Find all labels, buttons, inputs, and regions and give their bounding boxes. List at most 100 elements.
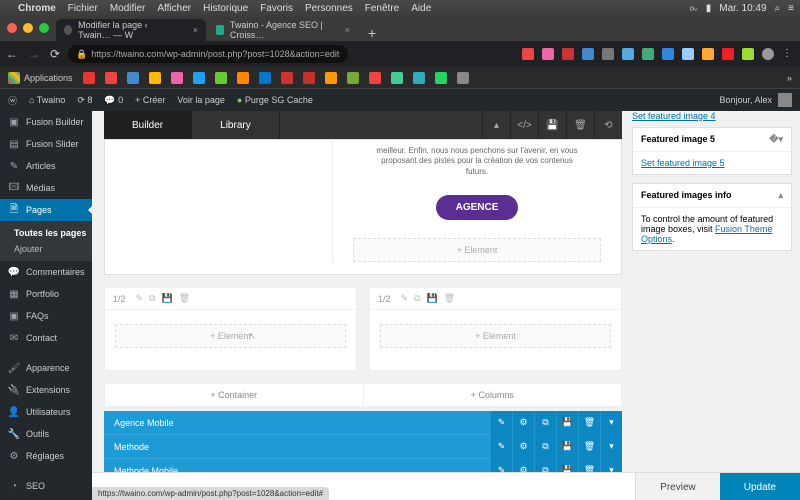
menu-edit[interactable]: Modifier [110,3,146,14]
wp-greeting[interactable]: Bonjour, Alex [719,95,772,105]
sidebar-pages[interactable]: 🗎Pages [0,199,92,221]
ext-icon[interactable] [542,48,554,60]
delete-col-icon[interactable]: 🗑 [444,293,455,304]
text-element[interactable]: meilleur. Enfin, nous nous penchons sur … [333,140,621,183]
menu-window[interactable]: Fenêtre [365,3,399,14]
chrome-menu-icon[interactable]: ⋮ [782,48,794,60]
panel-toggle-icon[interactable]: ▴ [778,190,783,201]
reload-icon[interactable]: ⟳ [50,47,60,61]
wp-avatar-icon[interactable] [778,93,792,107]
clone-icon[interactable]: ⧉ [149,293,155,304]
browser-tab-active[interactable]: Modifier la page ‹ Twain… — W × [56,19,206,41]
menu-view[interactable]: Afficher [157,3,191,14]
builder-section-row[interactable]: Methode ✎ ⚙ ⧉ 💾 🗑 ▾ [104,435,622,459]
back-icon[interactable]: ← [6,47,18,61]
menubar-clock[interactable]: Mar. 10:49 [719,3,766,14]
bookmark-icon[interactable] [259,72,271,84]
sidebar-faqs[interactable]: ▣FAQs [0,305,92,327]
bookmark-icon[interactable] [193,72,205,84]
menu-help[interactable]: Aide [411,3,431,14]
bookmark-icon[interactable] [347,72,359,84]
bookmark-icon[interactable] [457,72,469,84]
bookmark-icon[interactable] [215,72,227,84]
delete-col-icon[interactable]: 🗑 [179,293,190,304]
builder-history-icon[interactable]: ⟲ [594,111,622,139]
menu-bookmarks[interactable]: Favoris [260,3,293,14]
column-width[interactable]: 1/2 [378,294,391,304]
sidebar-extensions[interactable]: 🔌Extensions [0,379,92,401]
close-window-icon[interactable] [7,23,17,33]
set-featured-4-link[interactable]: Set featured image 4 [632,111,716,121]
builder-save-icon[interactable]: 💾 [538,111,566,139]
apps-shortcut[interactable]: Applications [8,72,73,84]
ext-icon[interactable] [642,48,654,60]
flag-icon[interactable]: ▮ [706,3,712,14]
wifi-icon[interactable]: ⧜ [690,3,698,14]
forward-icon[interactable]: → [28,47,40,61]
set-featured-5-link[interactable]: Set featured image 5 [641,158,725,168]
ext-icon[interactable] [522,48,534,60]
sidebar-fusion-slider[interactable]: ▤Fusion Slider [0,133,92,155]
column-width[interactable]: 1/2 [113,294,126,304]
wp-site-link[interactable]: ⌂ Twaino [29,95,65,105]
add-element-button[interactable]: + Element [380,324,611,348]
add-element-button[interactable]: + Element [353,238,601,262]
wp-new-link[interactable]: + Créer [135,95,165,105]
row-edit-icon[interactable]: ✎ [490,411,512,435]
row-toggle-icon[interactable]: ▾ [600,411,622,435]
bookmark-icon[interactable] [303,72,315,84]
ext-icon[interactable] [722,48,734,60]
bookmark-icon[interactable] [391,72,403,84]
ext-icon[interactable] [662,48,674,60]
menu-file[interactable]: Fichier [68,3,98,14]
bookmark-icon[interactable] [237,72,249,84]
bookmark-icon[interactable] [325,72,337,84]
minimize-window-icon[interactable] [23,23,33,33]
row-save-icon[interactable]: 💾 [556,411,578,435]
ext-icon[interactable] [742,48,754,60]
clone-icon[interactable]: ⧉ [414,293,420,304]
panel-toggle-icon[interactable]: �▾ [769,134,783,145]
bookmark-icon[interactable] [171,72,183,84]
submenu-add-page[interactable]: Ajouter [14,241,92,257]
builder-delete-icon[interactable]: 🗑 [566,111,594,139]
wp-purge-cache[interactable]: ● Purge SG Cache [237,95,313,105]
ext-icon[interactable] [562,48,574,60]
add-element-button[interactable]: + Element↖ [115,324,346,348]
save-col-icon[interactable]: 💾 [427,293,438,304]
tab-close-icon[interactable]: × [193,25,198,35]
tab-close-icon[interactable]: × [345,25,350,35]
app-name[interactable]: Chrome [18,3,56,14]
edit-icon[interactable]: ✎ [136,293,144,304]
builder-section-row[interactable]: Agence Mobile ✎ ⚙ ⧉ 💾 🗑 ▾ [104,411,622,435]
sidebar-fusion-builder[interactable]: ▣Fusion Builder [0,111,92,133]
ext-icon[interactable] [682,48,694,60]
wp-view-page-link[interactable]: Voir la page [177,95,225,105]
add-container-button[interactable]: + Container [105,384,364,406]
sidebar-portfolio[interactable]: ▦Portfolio [0,283,92,305]
window-controls[interactable] [7,23,49,33]
builder-collapse-icon[interactable]: ▴ [482,111,510,139]
bookmark-icon[interactable] [83,72,95,84]
sidebar-media[interactable]: 🖾Médias [0,177,92,199]
profile-avatar-icon[interactable] [762,48,774,60]
builder-code-icon[interactable]: </> [510,111,538,139]
bookmark-icon[interactable] [369,72,381,84]
sidebar-appearance[interactable]: 🖌Apparence [0,357,92,379]
bookmark-icon[interactable] [105,72,117,84]
spotlight-icon[interactable]: ⌕ [775,3,781,14]
ext-icon[interactable] [602,48,614,60]
sidebar-contact[interactable]: ✉Contact [0,327,92,349]
add-columns-button[interactable]: + Columns [364,384,622,406]
row-delete-icon[interactable]: 🗑 [578,411,600,435]
bookmark-icon[interactable] [435,72,447,84]
preview-button[interactable]: Preview [635,473,720,500]
bookmark-icon[interactable] [127,72,139,84]
row-settings-icon[interactable]: ⚙ [512,411,534,435]
row-toggle-icon[interactable]: ▾ [600,435,622,459]
menu-history[interactable]: Historique [203,3,248,14]
bookmark-icon[interactable] [149,72,161,84]
wp-updates-icon[interactable]: ⟳ 8 [77,95,92,106]
sidebar-articles[interactable]: ✎Articles [0,155,92,177]
builder-tab-library[interactable]: Library [192,111,280,139]
